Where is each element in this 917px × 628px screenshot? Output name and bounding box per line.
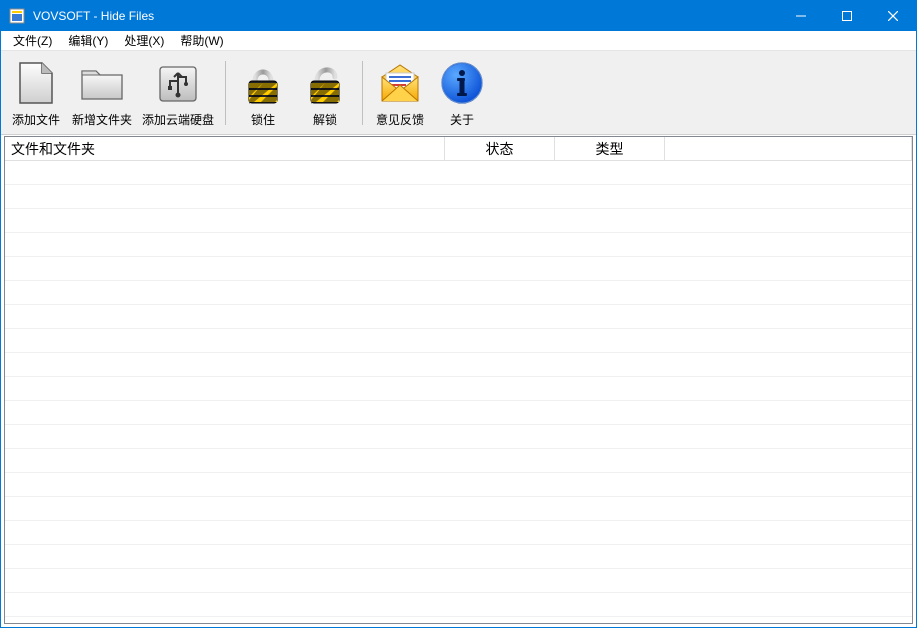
feedback-label: 意见反馈 <box>376 111 424 128</box>
folder-icon <box>76 57 128 109</box>
menu-edit[interactable]: 编辑(Y) <box>60 30 116 51</box>
menu-bar: 文件(Z) 编辑(Y) 处理(X) 帮助(W) <box>1 31 916 51</box>
column-header-files[interactable]: 文件和文件夹 <box>5 137 445 160</box>
toolbar-separator <box>362 61 363 125</box>
lock-closed-icon <box>237 57 289 109</box>
app-icon <box>9 8 25 24</box>
list-header: 文件和文件夹 状态 类型 <box>5 137 912 161</box>
column-header-status[interactable]: 状态 <box>445 137 555 160</box>
add-cloud-drive-label: 添加云端硬盘 <box>142 111 214 128</box>
menu-process[interactable]: 处理(X) <box>116 30 172 51</box>
add-file-label: 添加文件 <box>12 111 60 128</box>
usb-drive-icon <box>152 57 204 109</box>
info-icon <box>436 57 488 109</box>
add-cloud-drive-button[interactable]: 添加云端硬盘 <box>137 54 219 131</box>
title-bar: VOVSOFT - Hide Files <box>1 1 916 31</box>
maximize-button[interactable] <box>824 1 870 31</box>
menu-help[interactable]: 帮助(W) <box>172 30 231 51</box>
column-header-empty <box>665 137 912 160</box>
file-icon <box>10 57 62 109</box>
close-button[interactable] <box>870 1 916 31</box>
list-body[interactable] <box>5 161 912 623</box>
lock-label: 锁住 <box>251 111 275 128</box>
add-folder-label: 新增文件夹 <box>72 111 132 128</box>
add-file-button[interactable]: 添加文件 <box>5 54 67 131</box>
column-header-type[interactable]: 类型 <box>555 137 665 160</box>
toolbar: 添加文件 新增文件夹 <box>1 51 916 135</box>
unlock-label: 解锁 <box>313 111 337 128</box>
toolbar-separator <box>225 61 226 125</box>
unlock-button[interactable]: 解锁 <box>294 54 356 131</box>
lock-button[interactable]: 锁住 <box>232 54 294 131</box>
window-controls <box>778 1 916 31</box>
add-folder-button[interactable]: 新增文件夹 <box>67 54 137 131</box>
feedback-button[interactable]: 意见反馈 <box>369 54 431 131</box>
minimize-button[interactable] <box>778 1 824 31</box>
envelope-icon <box>374 57 426 109</box>
menu-file[interactable]: 文件(Z) <box>5 30 60 51</box>
lock-open-icon <box>299 57 351 109</box>
file-list[interactable]: 文件和文件夹 状态 类型 <box>4 136 913 624</box>
about-label: 关于 <box>450 111 474 128</box>
about-button[interactable]: 关于 <box>431 54 493 131</box>
window-title: VOVSOFT - Hide Files <box>33 9 154 23</box>
